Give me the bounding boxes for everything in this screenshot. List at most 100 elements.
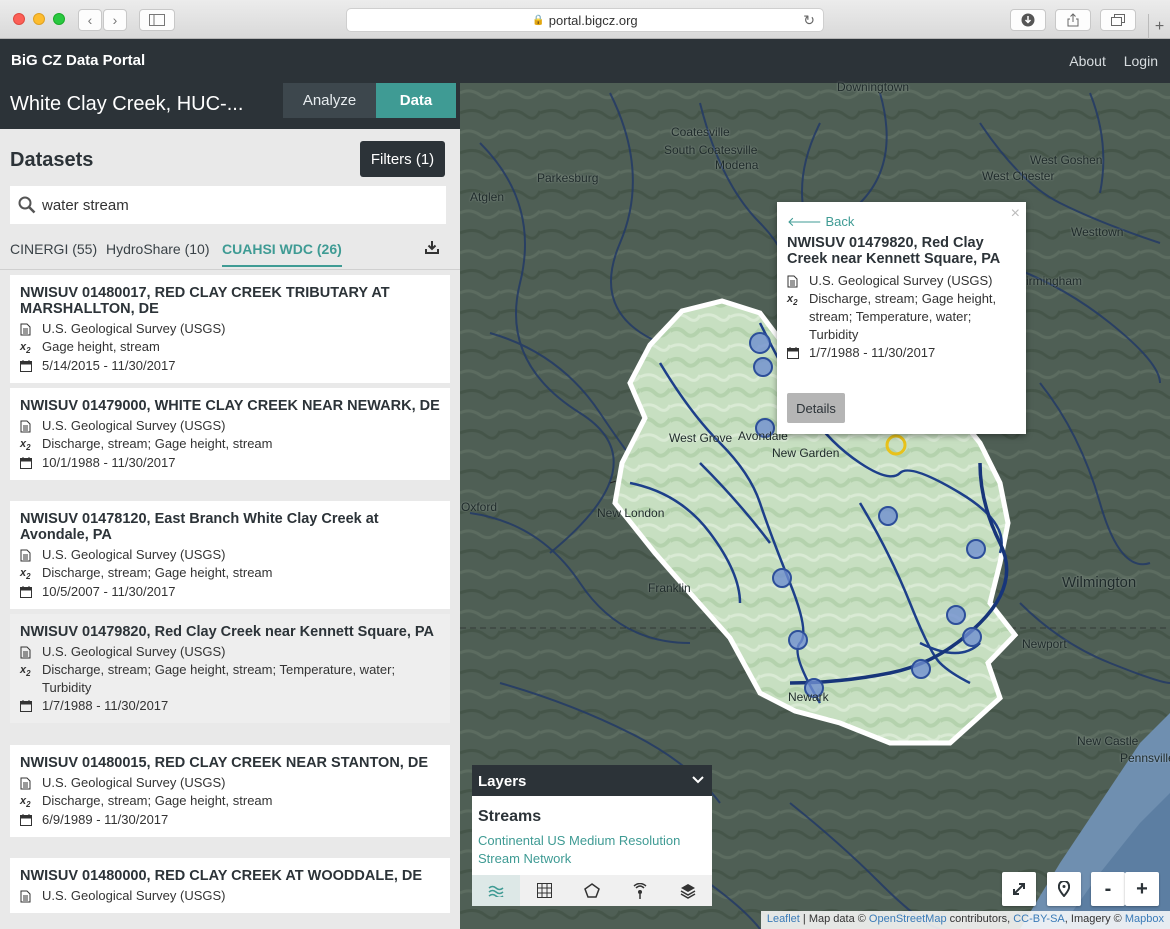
- place-label: Westtown: [1071, 225, 1124, 239]
- result-card[interactable]: NWISUV 01480000, RED CLAY CREEK AT WOODD…: [10, 858, 450, 913]
- chevron-right-icon: ›: [112, 12, 118, 28]
- result-source-row: U.S. Geological Survey (USGS): [20, 546, 440, 564]
- leaflet-link[interactable]: Leaflet: [767, 913, 800, 925]
- new-tab-button[interactable]: +: [1148, 14, 1170, 39]
- attribution-text-3: , Imagery ©: [1064, 913, 1125, 925]
- nav-login-link[interactable]: Login: [1124, 53, 1158, 69]
- tabs-icon: [1111, 14, 1125, 26]
- result-card[interactable]: NWISUV 01480015, RED CLAY CREEK NEAR STA…: [10, 745, 450, 838]
- result-card[interactable]: NWISUV 01478120, East Branch White Clay …: [10, 501, 450, 610]
- tab-cinergi[interactable]: CINERGI (55): [10, 241, 97, 257]
- result-title[interactable]: NWISUV 01480000, RED CLAY CREEK AT WOODD…: [20, 868, 440, 884]
- grid-layer-tab[interactable]: [520, 875, 568, 906]
- tab-analyze[interactable]: Analyze: [283, 83, 376, 118]
- result-dates: 10/1/1988 - 11/30/2017: [42, 455, 176, 471]
- divider: [0, 269, 460, 270]
- address-bar[interactable]: 🔒 portal.bigcz.org ↻: [346, 8, 824, 32]
- result-variables-row: x2 Discharge, stream; Gage height, stream: [20, 792, 440, 811]
- grid-icon: [536, 883, 552, 898]
- place-label: West Chester: [982, 169, 1055, 183]
- zoom-in-button[interactable]: +: [1125, 872, 1159, 906]
- sidebar-toggle-button[interactable]: [139, 9, 175, 31]
- minimize-window-button[interactable]: [33, 13, 45, 25]
- result-dates-row: 1/7/1988 - 11/30/2017: [20, 697, 440, 715]
- sidebar: White Clay Creek, HUC-... Analyze Data D…: [0, 83, 460, 929]
- place-label: Parkesburg: [537, 171, 599, 185]
- forward-nav-button[interactable]: ›: [103, 9, 127, 31]
- mapbox-link[interactable]: Mapbox: [1125, 913, 1164, 925]
- osm-link[interactable]: OpenStreetMap: [869, 913, 947, 925]
- locate-button[interactable]: [1047, 872, 1081, 906]
- result-source: U.S. Geological Survey (USGS): [42, 644, 226, 659]
- zoom-out-button[interactable]: -: [1091, 872, 1125, 906]
- url-text: portal.bigcz.org: [548, 12, 638, 28]
- search-input[interactable]: [42, 196, 422, 214]
- result-source: U.S. Geological Survey (USGS): [42, 775, 226, 790]
- popup-details-button[interactable]: Details: [787, 393, 845, 423]
- result-dates-row: 6/9/1989 - 11/30/2017: [20, 811, 440, 829]
- tab-data[interactable]: Data: [376, 83, 456, 118]
- result-card[interactable]: NWISUV 01479820, Red Clay Creek near Ken…: [10, 614, 450, 723]
- station-popup: 🡐 Back × NWISUV 01479820, Red Clay Creek…: [777, 202, 1026, 434]
- basemap-layer-tab[interactable]: [664, 875, 712, 906]
- popup-variables-row: x2 Discharge, stream; Gage height, strea…: [787, 290, 1016, 344]
- place-label: West Grove: [669, 431, 733, 445]
- layers-header[interactable]: Layers: [472, 765, 712, 796]
- result-title[interactable]: NWISUV 01480015, RED CLAY CREEK NEAR STA…: [20, 755, 440, 771]
- result-card[interactable]: NWISUV 01479000, WHITE CLAY CREEK NEAR N…: [10, 388, 450, 481]
- place-label: Birmingham: [1018, 274, 1083, 288]
- result-source-row: U.S. Geological Survey (USGS): [20, 417, 440, 435]
- lock-icon: 🔒: [532, 14, 545, 26]
- back-nav-button[interactable]: ‹: [78, 9, 102, 31]
- tab-hydroshare[interactable]: HydroShare (10): [106, 241, 210, 257]
- result-source: U.S. Geological Survey (USGS): [42, 321, 226, 336]
- streams-layer-tab[interactable]: [472, 875, 520, 906]
- result-variables-row: x2 Gage height, stream: [20, 338, 440, 357]
- layers-section-title: Streams: [478, 808, 542, 825]
- place-label: Pennsville: [1120, 751, 1170, 765]
- expand-icon: [1013, 883, 1025, 895]
- calendar-icon: [787, 347, 799, 359]
- document-icon: [20, 323, 31, 336]
- layer-stream-network-link[interactable]: Continental US Medium Resolution Stream …: [472, 832, 712, 868]
- fullscreen-button[interactable]: [1002, 872, 1036, 906]
- tabs-overview-button[interactable]: [1100, 9, 1136, 31]
- tab-cuahsi-wdc[interactable]: CUAHSI WDC (26): [222, 241, 342, 267]
- place-label: Coatesville: [671, 125, 730, 139]
- reload-icon[interactable]: ↻: [803, 12, 815, 29]
- download-circle-icon: [1021, 13, 1035, 27]
- download-button[interactable]: [425, 240, 439, 259]
- layers-icon: [680, 883, 696, 899]
- result-dates-row: 10/1/1988 - 11/30/2017: [20, 454, 440, 472]
- boundary-layer-tab[interactable]: [568, 875, 616, 906]
- datasets-heading: Datasets: [10, 149, 94, 171]
- result-title[interactable]: NWISUV 01479000, WHITE CLAY CREEK NEAR N…: [20, 398, 440, 414]
- filters-button[interactable]: Filters (1): [360, 141, 445, 177]
- result-source: U.S. Geological Survey (USGS): [42, 547, 226, 562]
- sidebar-icon: [149, 14, 165, 26]
- result-title[interactable]: NWISUV 01478120, East Branch White Clay …: [20, 511, 440, 543]
- calendar-icon: [20, 457, 32, 470]
- downloads-button[interactable]: [1010, 9, 1046, 31]
- nav-about-link[interactable]: About: [1069, 53, 1106, 69]
- popup-close-button[interactable]: ×: [1011, 205, 1020, 223]
- share-button[interactable]: [1055, 9, 1091, 31]
- document-icon: [20, 890, 31, 903]
- place-label: West Goshen: [1030, 153, 1103, 167]
- license-link[interactable]: CC-BY-SA: [1013, 913, 1065, 925]
- variable-subscript-icon: x2: [20, 664, 31, 679]
- popup-back-link[interactable]: 🡐 Back: [787, 214, 1016, 230]
- variable-subscript-icon: x2: [787, 293, 798, 308]
- plus-icon: +: [1154, 17, 1165, 35]
- calendar-icon: [20, 814, 32, 827]
- attribution-text-2: contributors,: [946, 913, 1014, 925]
- monitoring-layer-tab[interactable]: [616, 875, 664, 906]
- result-variables: Gage height, stream: [42, 339, 160, 354]
- brand-logo[interactable]: BiG CZ Data Portal: [11, 52, 145, 69]
- result-dates: 5/14/2015 - 11/30/2017: [42, 358, 176, 374]
- result-title[interactable]: NWISUV 01479820, Red Clay Creek near Ken…: [20, 624, 440, 640]
- close-window-button[interactable]: [13, 13, 25, 25]
- result-card[interactable]: NWISUV 01480017, RED CLAY CREEK TRIBUTAR…: [10, 275, 450, 384]
- result-title[interactable]: NWISUV 01480017, RED CLAY CREEK TRIBUTAR…: [20, 285, 440, 317]
- zoom-window-button[interactable]: [53, 13, 65, 25]
